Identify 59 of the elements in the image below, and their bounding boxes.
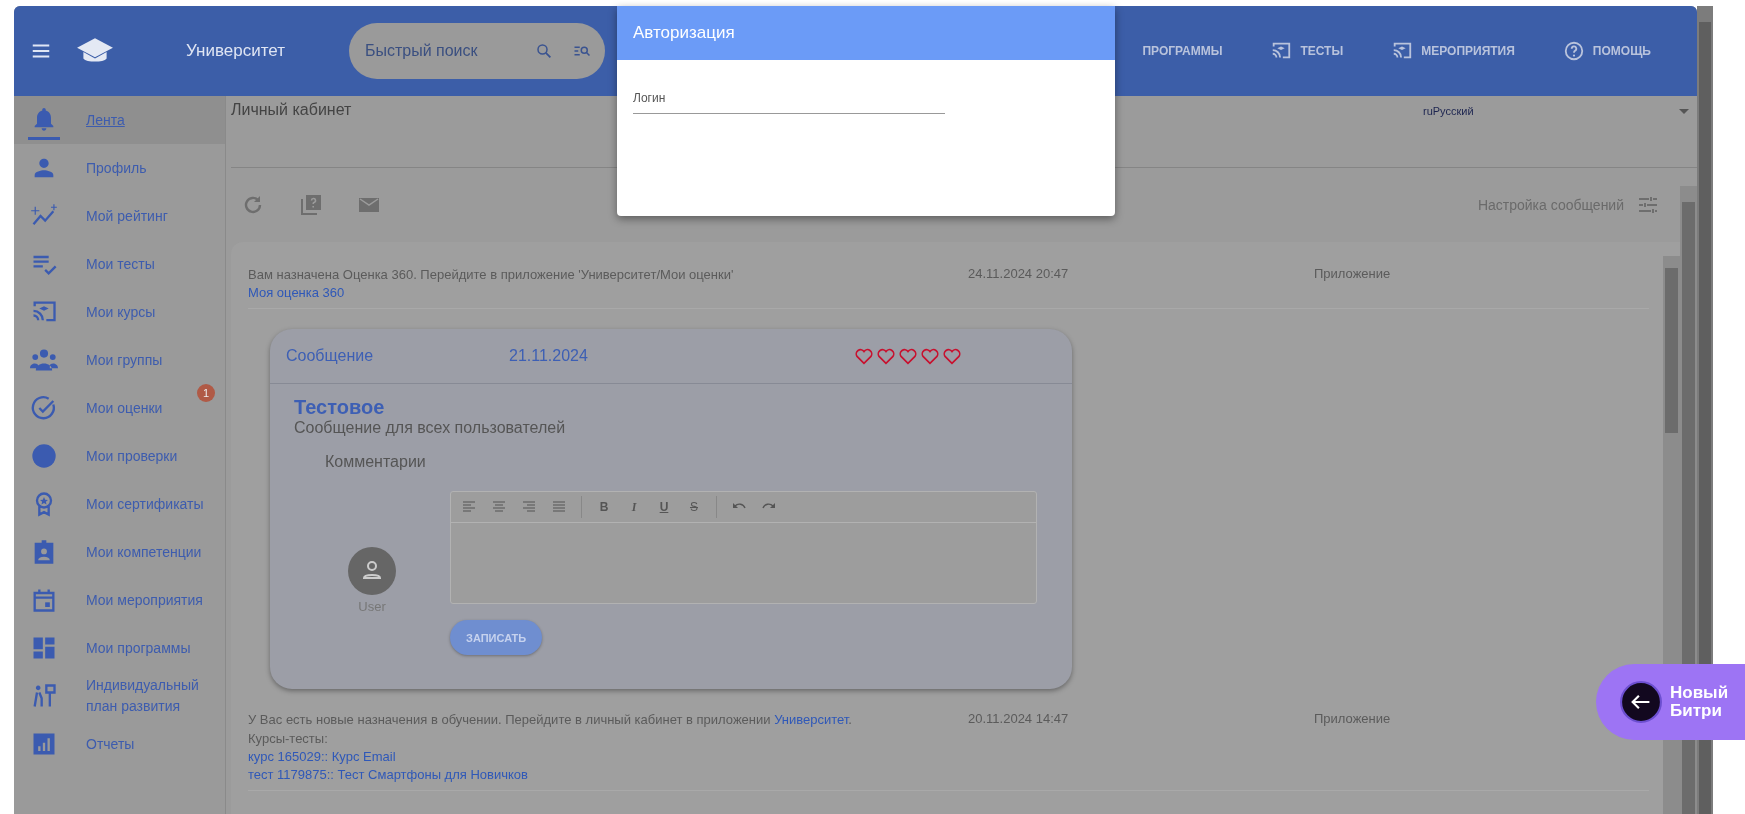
heart-icon[interactable] bbox=[876, 347, 896, 366]
avatar-icon bbox=[348, 547, 396, 596]
search-icon[interactable] bbox=[534, 42, 553, 60]
sidebar-item[interactable]: Мои группы bbox=[14, 336, 225, 384]
sidebar-item[interactable]: Мои оценки 1 bbox=[14, 384, 225, 432]
notice-text: Вам назначена Оценка 360. Перейдите в приложение 'Университет/Мои оценки' bbox=[248, 266, 735, 284]
sidebar-item[interactable]: Мои мероприятия bbox=[14, 576, 225, 624]
nav-link[interactable]: ТЕСТЫ bbox=[1270, 40, 1344, 62]
heart-icon[interactable] bbox=[898, 347, 918, 366]
page-title: Личный кабинет bbox=[231, 101, 352, 119]
list-label: Курсы-тесты: bbox=[248, 729, 329, 748]
sidebar-item[interactable]: Мои компетенции bbox=[14, 528, 225, 576]
notice-link[interactable]: Моя оценка 360 bbox=[248, 284, 345, 303]
search-field[interactable]: Быстрый поиск bbox=[348, 23, 605, 79]
language-select[interactable]: ruРусский bbox=[1423, 99, 1697, 117]
format-button[interactable]: U bbox=[656, 500, 672, 515]
comments-heading: Комментарии bbox=[325, 453, 426, 472]
promo-text: Новый Битри bbox=[1670, 684, 1729, 720]
dialog-title: Авторизация bbox=[633, 23, 735, 43]
notice-date: 20.11.2024 14:47 bbox=[968, 711, 1070, 727]
card-title: Сообщение bbox=[286, 347, 375, 366]
app-title: Университет bbox=[186, 41, 285, 61]
notice-date: 24.11.2024 20:47 bbox=[968, 266, 1070, 281]
sidebar-item[interactable]: Индивидуальный план развития bbox=[14, 672, 225, 720]
format-button[interactable]: B bbox=[596, 500, 612, 515]
notice-source: Приложение bbox=[1314, 266, 1391, 281]
notice-text: У Вас есть новые назначения в обучении. Перейдите в личный кабинет в приложении Университет. bbox=[248, 711, 853, 730]
course-link[interactable]: тест 1179875:: Тест Смартфоны для Новичков bbox=[248, 765, 528, 785]
sidebar-item[interactable]: Мои курсы bbox=[14, 288, 225, 336]
format-button[interactable]: S bbox=[686, 500, 702, 515]
nav-link[interactable]: МЕРОПРИЯТИЯ bbox=[1391, 40, 1515, 62]
comment-editor[interactable]: B I U S bbox=[450, 491, 1037, 605]
card-date: 21.11.2024 bbox=[509, 347, 589, 366]
save-button[interactable]: ЗАПИСАТЬ bbox=[450, 620, 543, 656]
sidebar-item[interactable]: Мои программы bbox=[14, 624, 225, 672]
login-field[interactable]: Логин bbox=[633, 91, 945, 114]
caret-icon bbox=[1679, 108, 1689, 114]
sidebar-item[interactable]: Мои тесты bbox=[14, 240, 225, 288]
sidebar-item[interactable]: Мои сертификаты bbox=[14, 480, 225, 528]
heart-icon[interactable] bbox=[854, 347, 874, 366]
nav-link[interactable]: ПОМОЩЬ bbox=[1562, 40, 1651, 62]
heart-icon[interactable] bbox=[942, 347, 962, 366]
nav-link[interactable]: ПРОГРАММЫ bbox=[1142, 40, 1223, 62]
count-badge: 1 bbox=[197, 384, 215, 402]
message-heading: Тестовое bbox=[294, 396, 385, 420]
marks-circle-icon bbox=[30, 442, 58, 470]
promo-banner[interactable]: Новый Битри bbox=[1596, 664, 1745, 740]
message-text: Сообщение для всех пользователей bbox=[294, 419, 566, 438]
help-icon bbox=[1562, 40, 1585, 62]
format-button[interactable]: I bbox=[626, 499, 642, 515]
notice-source: Приложение bbox=[1314, 711, 1391, 727]
sidebar-item[interactable]: Мой рейтинг bbox=[14, 192, 225, 240]
sidebar-item[interactable]: Профиль bbox=[14, 144, 225, 192]
heart-icon[interactable] bbox=[920, 347, 940, 366]
help-box-icon[interactable] bbox=[299, 193, 323, 217]
sidebar-item[interactable]: Лента bbox=[14, 96, 225, 144]
sidebar-item[interactable]: Мои проверки bbox=[14, 432, 225, 480]
sidebar-item[interactable]: Отчеты bbox=[14, 720, 225, 768]
course-link[interactable]: курс 165029:: Курс Email bbox=[248, 747, 396, 766]
